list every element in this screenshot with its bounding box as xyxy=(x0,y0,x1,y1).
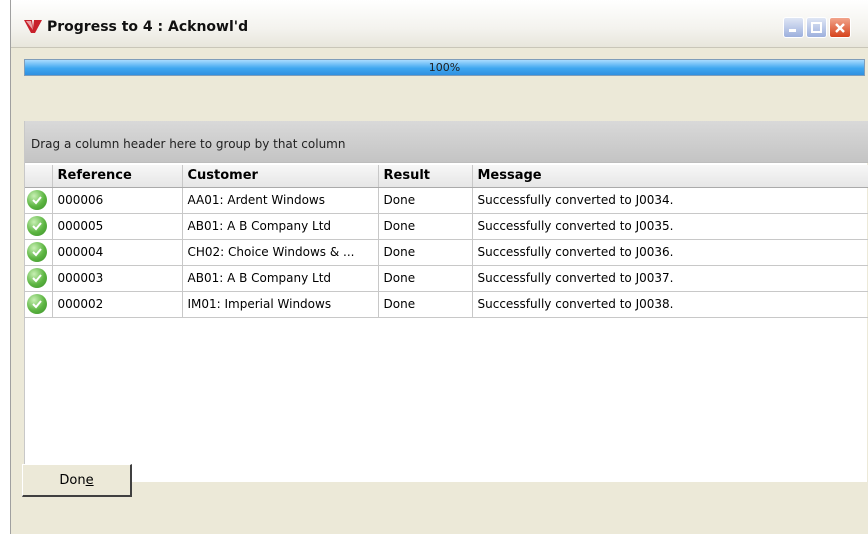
result-cell: Done xyxy=(378,291,473,318)
result-cell: Done xyxy=(378,213,473,240)
title-bar[interactable]: Progress to 4 : Acknowl'd xyxy=(11,0,868,48)
reference-cell: 000006 xyxy=(52,187,183,214)
customer-cell: CH02: Choice Windows & ... xyxy=(182,239,379,266)
check-circle-icon xyxy=(27,216,47,236)
app-logo-icon xyxy=(24,20,42,33)
message-cell: Successfully converted to J0038. xyxy=(472,291,868,318)
close-icon xyxy=(835,22,845,33)
customer-cell: AA01: Ardent Windows xyxy=(182,187,379,214)
result-cell: Done xyxy=(378,187,473,214)
done-button-label: Don xyxy=(59,472,86,488)
table-row[interactable]: 000002 IM01: Imperial Windows Done Succe… xyxy=(25,291,868,318)
group-by-panel[interactable]: Drag a column header here to group by th… xyxy=(25,121,868,163)
maximize-button[interactable] xyxy=(806,17,827,38)
done-button[interactable]: Don e xyxy=(22,464,132,497)
reference-cell: 000003 xyxy=(52,265,183,292)
status-cell xyxy=(25,239,53,266)
status-cell xyxy=(25,213,53,240)
results-grid: Drag a column header here to group by th… xyxy=(24,121,868,482)
table-row[interactable]: 000006 AA01: Ardent Windows Done Success… xyxy=(25,187,868,214)
close-button[interactable] xyxy=(829,17,851,38)
customer-cell: IM01: Imperial Windows xyxy=(182,291,379,318)
column-header-customer[interactable]: Customer xyxy=(182,165,379,188)
progress-bar: 100% xyxy=(24,59,865,76)
minimize-icon xyxy=(789,29,796,32)
result-cell: Done xyxy=(378,239,473,266)
check-circle-icon xyxy=(27,294,47,314)
result-cell: Done xyxy=(378,265,473,292)
minimize-button[interactable] xyxy=(783,17,804,38)
window-title: Progress to 4 : Acknowl'd xyxy=(47,19,249,35)
check-circle-icon xyxy=(27,268,47,288)
results-table: Reference Customer Result Message 000006… xyxy=(25,165,868,318)
status-cell xyxy=(25,187,53,214)
column-header-status[interactable] xyxy=(25,165,53,188)
column-header-message[interactable]: Message xyxy=(472,165,868,188)
reference-cell: 000004 xyxy=(52,239,183,266)
maximize-icon xyxy=(811,22,822,33)
status-cell xyxy=(25,291,53,318)
reference-cell: 000005 xyxy=(52,213,183,240)
customer-cell: AB01: A B Company Ltd xyxy=(182,265,379,292)
message-cell: Successfully converted to J0037. xyxy=(472,265,868,292)
customer-cell: AB01: A B Company Ltd xyxy=(182,213,379,240)
status-cell xyxy=(25,265,53,292)
message-cell: Successfully converted to J0035. xyxy=(472,213,868,240)
progress-label: 100% xyxy=(428,61,461,74)
progress-window: Progress to 4 : Acknowl'd 100% Drag a co… xyxy=(10,0,868,534)
check-circle-icon xyxy=(27,242,47,262)
table-row[interactable]: 000003 AB01: A B Company Ltd Done Succes… xyxy=(25,265,868,292)
group-by-hint: Drag a column header here to group by th… xyxy=(31,137,346,151)
column-header-reference[interactable]: Reference xyxy=(52,165,183,188)
message-cell: Successfully converted to J0034. xyxy=(472,187,868,214)
message-cell: Successfully converted to J0036. xyxy=(472,239,868,266)
table-header-row: Reference Customer Result Message xyxy=(25,165,868,188)
column-header-result[interactable]: Result xyxy=(378,165,473,188)
reference-cell: 000002 xyxy=(52,291,183,318)
check-circle-icon xyxy=(27,190,47,210)
table-row[interactable]: 000005 AB01: A B Company Ltd Done Succes… xyxy=(25,213,868,240)
button-bar xyxy=(11,482,868,534)
done-button-mnemonic: e xyxy=(85,472,94,488)
table-row[interactable]: 000004 CH02: Choice Windows & ... Done S… xyxy=(25,239,868,266)
